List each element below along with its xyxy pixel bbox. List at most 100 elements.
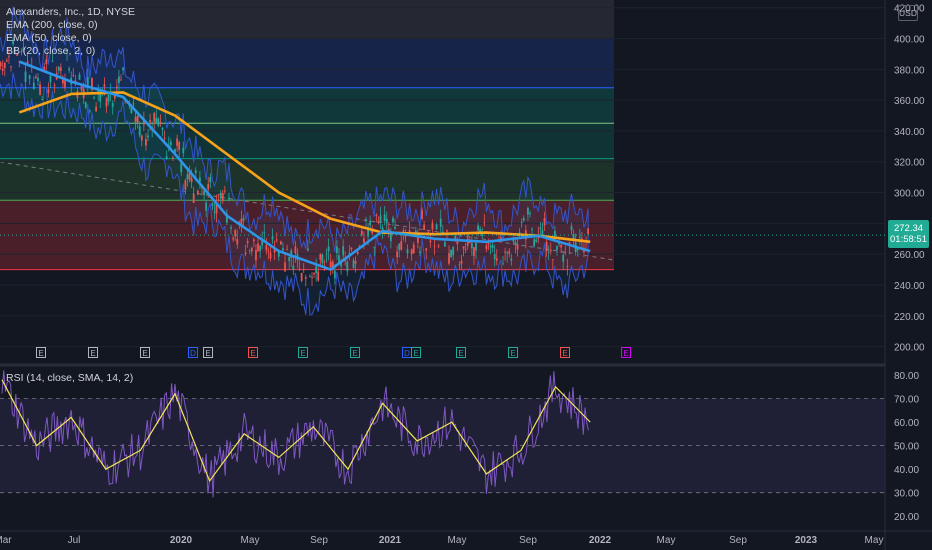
candle-body xyxy=(456,241,459,245)
candle-body xyxy=(209,177,212,183)
candle-body xyxy=(279,241,282,245)
candle-body xyxy=(356,251,359,255)
price-tick-label: 340.00 xyxy=(894,127,925,138)
candle-body xyxy=(298,268,301,270)
candle-body xyxy=(134,116,137,123)
candle-body xyxy=(508,251,511,254)
candle-body xyxy=(294,246,297,254)
candle-body xyxy=(147,135,149,138)
earnings-event-marker[interactable]: E xyxy=(248,347,258,358)
candle-body xyxy=(288,256,291,262)
candle-body xyxy=(346,261,349,272)
candle-body xyxy=(315,266,318,274)
candle-body xyxy=(309,276,311,278)
rsi-tick-label: 60.00 xyxy=(894,418,919,429)
candle-body xyxy=(443,242,446,247)
rsi-axis[interactable]: 80.00 70.00 60.00 50.00 40.00 30.00 20.00 xyxy=(894,371,919,523)
candle-body xyxy=(431,222,434,230)
earnings-event-marker[interactable]: D xyxy=(188,347,198,358)
earnings-event-marker[interactable]: E xyxy=(140,347,150,358)
candle-body xyxy=(242,218,245,221)
earnings-event-marker[interactable]: E xyxy=(88,347,98,358)
price-tick-label: 400.00 xyxy=(894,35,925,46)
candle-body xyxy=(53,84,56,86)
candle-body xyxy=(61,79,64,84)
candle-body xyxy=(439,218,442,227)
candle-body xyxy=(49,75,52,83)
candle-body xyxy=(311,277,313,278)
candle-body xyxy=(452,246,455,256)
candle-body xyxy=(383,214,386,221)
candle-body xyxy=(80,86,83,91)
candle-body xyxy=(485,245,488,250)
legend-rsi[interactable]: RSI (14, close, SMA, 14, 2) xyxy=(6,372,133,384)
earnings-event-marker[interactable]: E xyxy=(203,347,213,358)
candle-body xyxy=(107,95,110,102)
rsi-tick-label: 50.00 xyxy=(894,442,919,453)
candle-body xyxy=(230,227,232,229)
candle-body xyxy=(59,67,62,71)
time-axis[interactable]: Mar Jul 2020 May Sep 2021 May Sep 2022 May Sep 2023… xyxy=(0,535,883,546)
candle-body xyxy=(516,244,519,250)
candle-body xyxy=(248,249,251,251)
candle-body xyxy=(176,138,178,146)
candle-body xyxy=(527,207,529,215)
candle-body xyxy=(462,246,465,249)
candle-body xyxy=(354,261,357,264)
last-price-value: 272.34 xyxy=(893,223,924,234)
candle-body xyxy=(421,210,423,220)
candle-body xyxy=(489,245,492,248)
candle-body xyxy=(556,246,558,250)
candle-body xyxy=(392,217,394,223)
last-price-badge: 272.34 01:58:51 xyxy=(888,220,929,248)
candle-body xyxy=(138,126,141,136)
candle-body xyxy=(566,266,569,267)
candle-body xyxy=(5,60,8,62)
legend-ema50[interactable]: EMA (50, close, 0) xyxy=(6,32,92,44)
candle-body xyxy=(464,249,467,251)
candle-body xyxy=(493,253,496,260)
earnings-event-marker[interactable]: E xyxy=(36,347,46,358)
candle-body xyxy=(184,180,187,190)
bar-countdown: 01:58:51 xyxy=(890,234,927,245)
candle-body xyxy=(219,192,222,199)
candle-body xyxy=(234,230,237,237)
candle-body xyxy=(487,243,490,245)
candle-body xyxy=(99,94,102,102)
candle-body xyxy=(292,265,295,271)
candle-body xyxy=(145,139,147,146)
rsi-tick-label: 40.00 xyxy=(894,465,919,476)
candle-body xyxy=(300,272,303,281)
rsi-tick-label: 80.00 xyxy=(894,371,919,382)
earnings-event-marker[interactable]: E xyxy=(298,347,308,358)
earnings-event-marker[interactable]: E xyxy=(411,347,421,358)
earnings-event-marker[interactable]: E xyxy=(508,347,518,358)
candle-body xyxy=(57,66,60,71)
symbol-title[interactable]: Alexanders, Inc., 1D, NYSE xyxy=(6,6,135,18)
candle-body xyxy=(369,220,372,226)
candle-body xyxy=(520,221,523,223)
chart-canvas[interactable]: 420.00400.00380.00360.00340.00320.00300.… xyxy=(0,0,932,550)
candle-body xyxy=(394,227,396,229)
legend-bb[interactable]: BB (20, close, 2, 0) xyxy=(6,45,95,57)
price-tick-label: 220.00 xyxy=(894,312,925,323)
candle-body xyxy=(236,238,239,245)
candle-body xyxy=(313,273,315,275)
candle-body xyxy=(265,245,268,251)
candle-body xyxy=(1,68,4,71)
candle-body xyxy=(149,120,151,122)
legend-ema200[interactable]: EMA (200, close, 0) xyxy=(6,19,98,31)
earnings-event-marker[interactable]: E xyxy=(350,347,360,358)
candle-body xyxy=(186,174,189,180)
price-axis[interactable]: 420.00400.00380.00360.00340.00320.00300.… xyxy=(894,4,925,354)
candle-body xyxy=(458,264,461,265)
candle-body xyxy=(336,246,338,253)
earnings-event-marker[interactable]: E xyxy=(621,347,631,358)
candle-body xyxy=(360,230,363,235)
earnings-event-marker[interactable]: E xyxy=(456,347,466,358)
currency-label[interactable]: USD xyxy=(898,5,918,21)
candle-body xyxy=(562,254,565,262)
candle-body xyxy=(406,249,409,254)
earnings-event-marker[interactable]: E xyxy=(560,347,570,358)
candle-body xyxy=(319,253,322,260)
